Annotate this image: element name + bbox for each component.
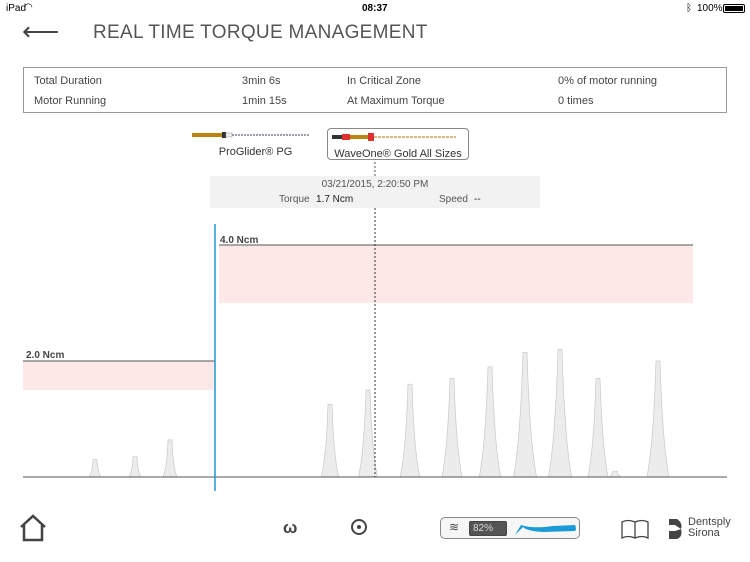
- limit-label-proglider: 2.0 Ncm: [26, 350, 64, 361]
- torque-peak: [587, 378, 609, 478]
- torque-peak: [608, 470, 622, 478]
- torque-peak: [441, 378, 463, 478]
- wifi-icon: ≋: [449, 520, 460, 534]
- limit-label-waveone: 4.0 Ncm: [220, 235, 258, 246]
- dentsply-logo-icon: [669, 519, 682, 539]
- warning-zone-band: [219, 245, 693, 303]
- home-icon[interactable]: [18, 513, 48, 548]
- torque-peak: [162, 439, 178, 478]
- torque-peak: [320, 404, 340, 478]
- torque-peak: [88, 459, 102, 478]
- warning-zone-band: [23, 361, 215, 390]
- brand-logo: Dentsply Sirona: [688, 517, 731, 539]
- torque-peak: [646, 360, 670, 478]
- target-icon[interactable]: [351, 519, 367, 535]
- device-status-pill[interactable]: ≋ 82%: [440, 517, 580, 539]
- handpiece-battery: 82%: [469, 521, 507, 536]
- handpiece-icon: [515, 525, 576, 535]
- torque-peak: [128, 456, 142, 478]
- torque-peak: [547, 349, 573, 478]
- manual-book-icon[interactable]: [621, 518, 649, 540]
- motor-icon[interactable]: ω: [283, 518, 297, 538]
- torque-peak: [399, 383, 421, 478]
- torque-chart[interactable]: 2.0 Ncm 4.0 Ncm: [0, 0, 750, 500]
- brand-line2: Sirona: [688, 527, 720, 539]
- torque-peak: [513, 351, 537, 478]
- torque-peak: [478, 366, 502, 478]
